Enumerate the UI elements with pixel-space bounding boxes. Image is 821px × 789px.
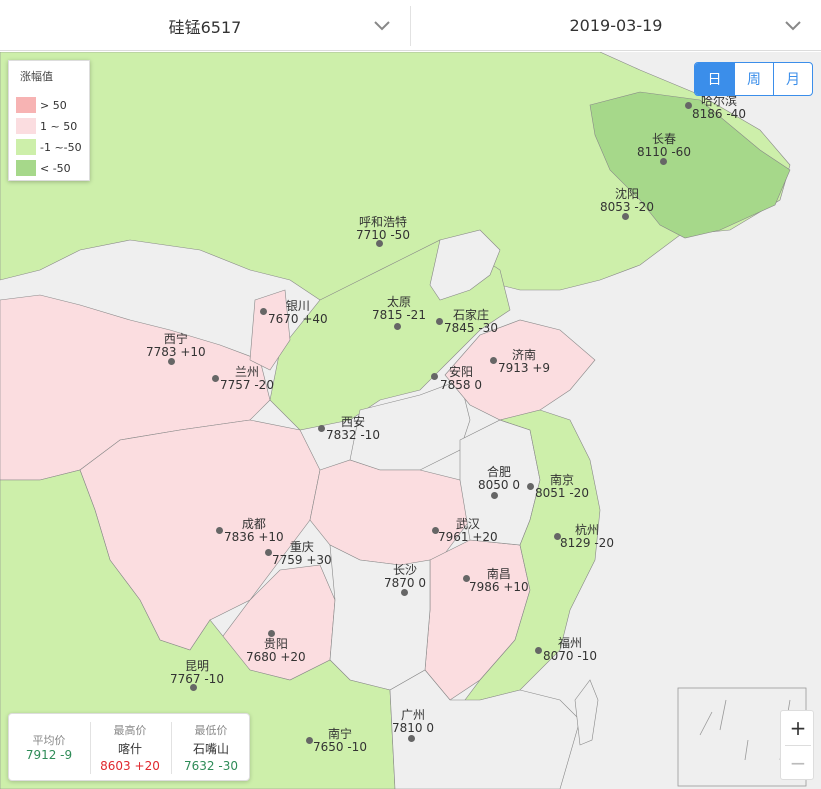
city-dot (491, 492, 498, 499)
legend-title: 涨幅值 (20, 70, 53, 83)
product-selector[interactable]: 硅锰6517 (0, 0, 410, 51)
city-fuzhou[interactable]: 福州 8070 -10 (543, 637, 597, 663)
city-dot (216, 527, 223, 534)
stat-highest: 最高价 喀什 8603 +20 (100, 724, 160, 773)
city-guiyang[interactable]: 贵阳 7680 +20 (246, 638, 306, 664)
period-day-button[interactable]: 日 (695, 63, 734, 95)
city-dot (212, 375, 219, 382)
period-month-button[interactable]: 月 (773, 63, 812, 95)
city-yinchuan[interactable]: 银川 7670 +40 (268, 300, 328, 326)
stat-average: 平均价 7912 -9 (25, 734, 73, 762)
city-shijiazhuang[interactable]: 石家庄 7845 -30 (444, 309, 498, 335)
city-dot (535, 647, 542, 654)
city-dot (401, 589, 408, 596)
city-hefei[interactable]: 合肥 8050 0 (478, 466, 520, 492)
city-nanning[interactable]: 南宁 7650 -10 (313, 728, 367, 754)
city-wuhan[interactable]: 武汉 7961 +20 (438, 518, 498, 544)
city-dot (436, 318, 443, 325)
legend-swatch (16, 160, 36, 176)
city-xian[interactable]: 西安 7832 -10 (326, 416, 380, 442)
city-anyang[interactable]: 安阳 7858 0 (440, 366, 482, 392)
zoom-out-button[interactable]: − (781, 746, 815, 780)
city-xining[interactable]: 西宁 7783 +10 (146, 333, 206, 359)
city-dot (527, 483, 534, 490)
legend-item[interactable]: 1 ~ 50 (16, 118, 77, 134)
city-dot (306, 737, 313, 744)
city-lanzhou[interactable]: 兰州 7757 -20 (220, 366, 274, 392)
product-name: 硅锰6517 (168, 17, 242, 37)
city-dot (431, 373, 438, 380)
top-bar: 硅锰6517 2019-03-19 (0, 0, 821, 51)
city-nanchang[interactable]: 南昌 7986 +10 (469, 568, 529, 594)
city-dot (660, 158, 667, 165)
city-taiyuan[interactable]: 太原 7815 -21 (372, 296, 426, 322)
zoom-control: + − (780, 710, 814, 780)
city-dot (490, 357, 497, 364)
province-shapes (0, 52, 821, 789)
map-legend: 涨幅值 > 50 1 ~ 50 -1 ~-50 < -50 (8, 60, 90, 181)
city-changsha[interactable]: 长沙 7870 0 (384, 564, 426, 590)
city-nanjing[interactable]: 南京 8051 -20 (535, 474, 589, 500)
city-jinan[interactable]: 济南 7913 +9 (498, 349, 550, 375)
city-dot (260, 308, 267, 315)
city-dot (685, 102, 692, 109)
city-hangzhou[interactable]: 杭州 8129 -20 (560, 524, 614, 550)
date-selector[interactable]: 2019-03-19 (411, 0, 821, 51)
city-dot (168, 358, 175, 365)
chevron-down-icon[interactable] (372, 16, 392, 36)
period-toggle: 日 周 月 (694, 62, 813, 96)
city-dot (318, 425, 325, 432)
zoom-in-button[interactable]: + (781, 711, 815, 745)
stat-lowest: 最低价 石嘴山 7632 -30 (184, 724, 238, 773)
city-harbin[interactable]: 哈尔滨 8186 -40 (692, 95, 746, 121)
china-price-map[interactable]: 哈尔滨 8186 -40 长春 8110 -60 沈阳 8053 -20 呼和浩特 77… (0, 52, 821, 789)
city-dot (408, 735, 415, 742)
city-changchun[interactable]: 长春 8110 -60 (637, 133, 691, 159)
legend-swatch (16, 97, 36, 113)
city-guangzhou[interactable]: 广州 7810 0 (392, 709, 434, 735)
city-hohhot[interactable]: 呼和浩特 7710 -50 (356, 216, 410, 242)
legend-item[interactable]: -1 ~-50 (16, 139, 82, 155)
price-stats-panel: 平均价 7912 -9 最高价 喀什 8603 +20 最低价 石嘴山 7632… (8, 713, 250, 781)
city-dot (268, 630, 275, 637)
legend-item[interactable]: > 50 (16, 97, 67, 113)
legend-swatch (16, 139, 36, 155)
city-dot (394, 323, 401, 330)
city-kunming[interactable]: 昆明 7767 -10 (170, 660, 224, 686)
legend-item[interactable]: < -50 (16, 160, 71, 176)
chevron-down-icon[interactable] (783, 16, 803, 36)
date-value: 2019-03-19 (569, 16, 663, 35)
city-shenyang[interactable]: 沈阳 8053 -20 (600, 188, 654, 214)
period-week-button[interactable]: 周 (734, 63, 773, 95)
city-chongqing[interactable]: 重庆 7759 +30 (272, 541, 332, 567)
city-dot (265, 549, 272, 556)
city-dot (622, 213, 629, 220)
legend-swatch (16, 118, 36, 134)
